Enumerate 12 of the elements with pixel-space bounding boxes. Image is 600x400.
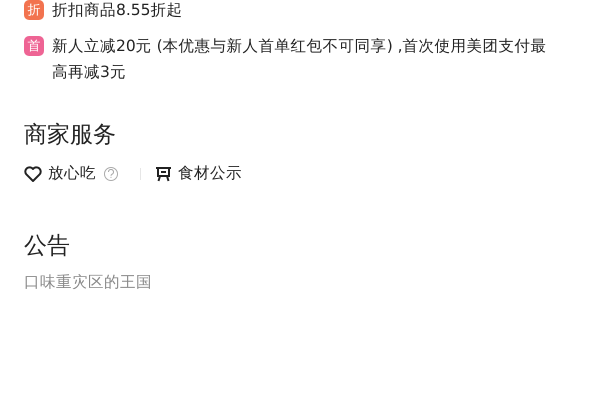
promo-text: 新人立减20元 (本优惠与新人首单红包不可同享) ,首次使用美团支付最高再减3元 — [52, 36, 548, 83]
tray-icon — [155, 166, 172, 182]
announcement-text: 口味重灾区的王国 — [24, 272, 153, 293]
service-label: 放心吃 — [48, 163, 96, 184]
service-label: 食材公示 — [178, 163, 242, 184]
section-title: 公告 — [24, 232, 71, 261]
help-icon[interactable] — [104, 166, 118, 180]
promo-badge: 首 — [24, 36, 44, 56]
section-title: 商家服务 — [24, 121, 117, 150]
promo-badge: 折 — [24, 0, 44, 20]
promo-text: 折扣商品8.55折起 — [52, 0, 184, 21]
heart-icon — [24, 166, 42, 182]
